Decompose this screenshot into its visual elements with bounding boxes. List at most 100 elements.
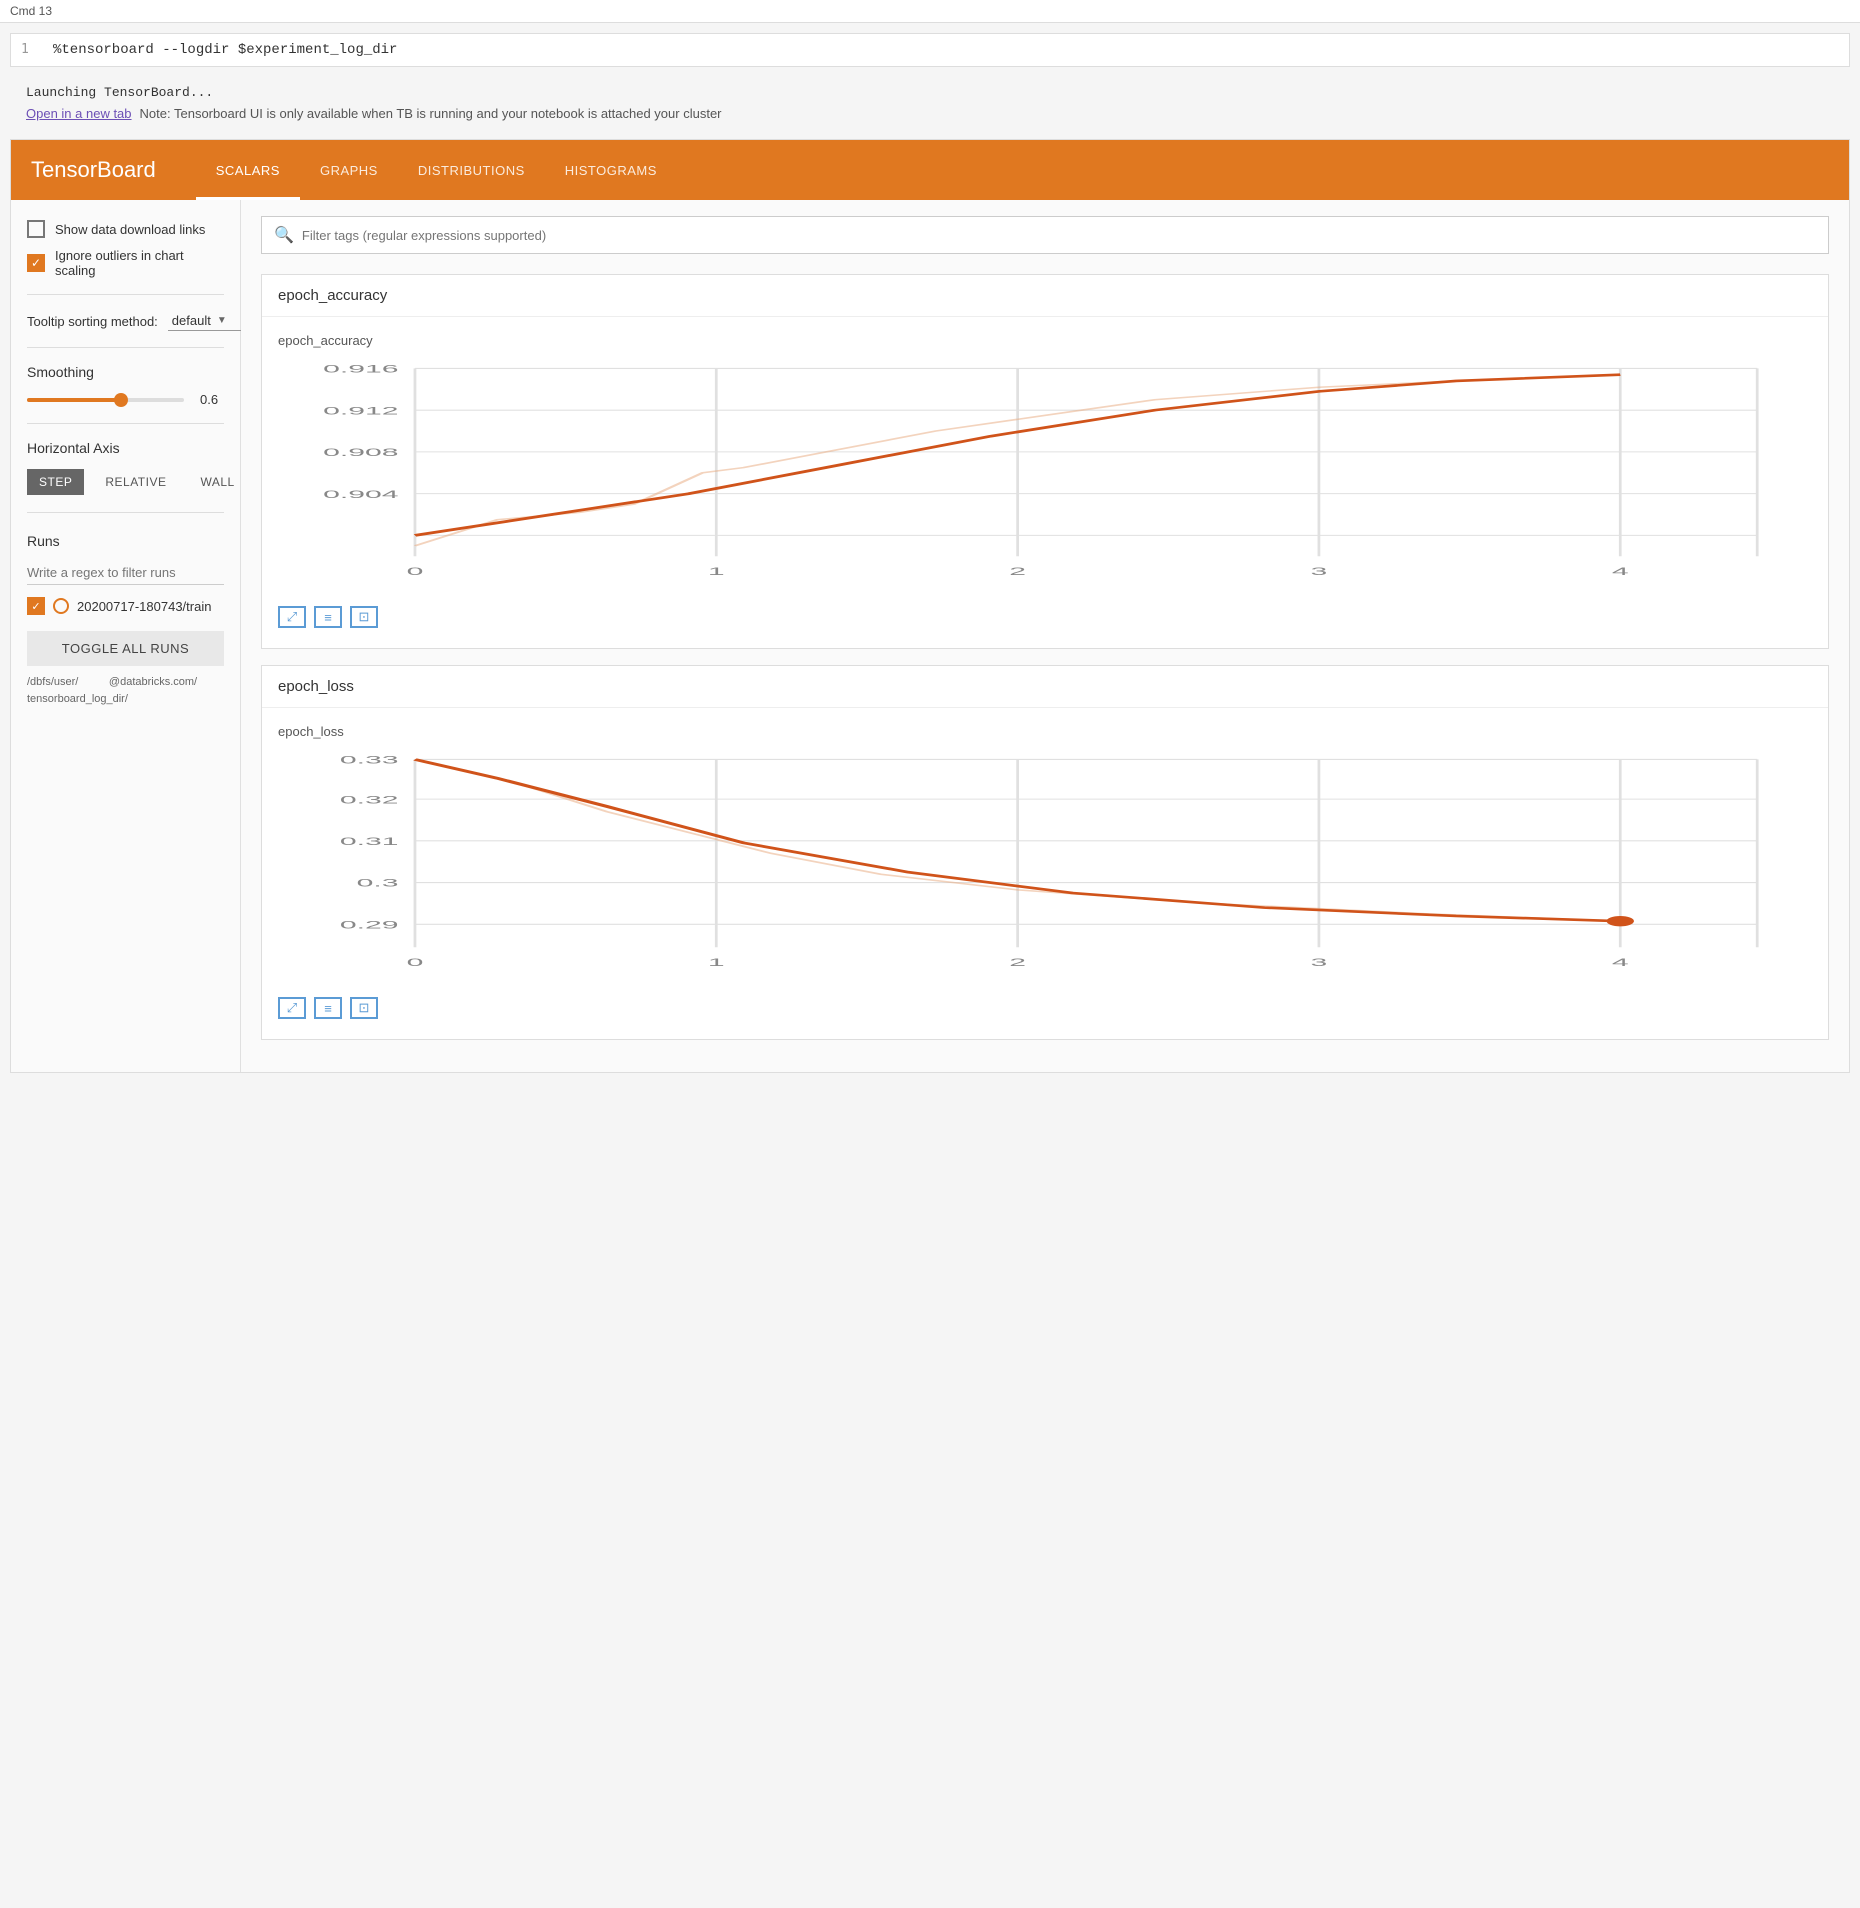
cell-number: 1 xyxy=(21,42,41,57)
tb-main: 🔍 epoch_accuracy epoch_accuracy xyxy=(241,200,1849,1072)
svg-text:0: 0 xyxy=(407,955,424,968)
check-icon: ✓ xyxy=(31,257,41,269)
data-icon-2: ≡ xyxy=(324,1001,332,1016)
divider-1 xyxy=(27,294,224,295)
dropdown-arrow-icon: ▼ xyxy=(217,315,227,326)
chart-section-loss: epoch_loss epoch_loss xyxy=(261,665,1829,1040)
divider-4 xyxy=(27,512,224,513)
top-bar: Cmd 13 xyxy=(0,0,1860,23)
tb-body: Show data download links ✓ Ignore outlie… xyxy=(11,200,1849,1072)
tooltip-value: default xyxy=(172,313,211,328)
divider-3 xyxy=(27,423,224,424)
search-icon: 🔍 xyxy=(274,225,294,245)
divider-2 xyxy=(27,347,224,348)
ignore-outliers-label: Ignore outliers in chart scaling xyxy=(55,248,224,278)
svg-text:3: 3 xyxy=(1311,955,1328,968)
axis-btn-wall[interactable]: WALL xyxy=(187,468,247,496)
runs-filter-input[interactable] xyxy=(27,561,224,585)
launching-text: Launching TensorBoard... xyxy=(26,85,1834,100)
smoothing-row: 0.6 xyxy=(27,392,224,407)
open-link[interactable]: Open in a new tab xyxy=(26,106,132,121)
axis-section: Horizontal Axis STEP RELATIVE WALL xyxy=(27,440,224,496)
loss-section-title: epoch_loss xyxy=(262,666,1828,708)
tb-nav: SCALARS GRAPHS DISTRIBUTIONS HISTOGRAMS xyxy=(196,140,677,200)
tb-brand: TensorBoard xyxy=(31,157,156,183)
svg-text:0.33: 0.33 xyxy=(340,753,399,766)
show-download-box xyxy=(27,220,45,238)
accuracy-chart-container: 0.916 0.912 0.908 0.904 0 1 2 3 4 xyxy=(278,358,1812,598)
svg-text:0.29: 0.29 xyxy=(340,918,399,931)
data-icon: ≡ xyxy=(324,610,332,625)
loss-chart-inner: epoch_loss xyxy=(262,708,1828,1039)
accuracy-expand-btn[interactable]: ⤢ xyxy=(278,606,306,628)
tab-histograms[interactable]: HISTOGRAMS xyxy=(545,140,677,200)
loss-chart-title: epoch_loss xyxy=(278,724,1812,739)
cell-output: Launching TensorBoard... Open in a new t… xyxy=(0,77,1860,129)
svg-text:2: 2 xyxy=(1009,955,1026,968)
show-download-checkbox[interactable]: Show data download links xyxy=(27,220,224,238)
svg-text:2: 2 xyxy=(1009,564,1026,577)
accuracy-data-btn[interactable]: ≡ xyxy=(314,606,342,628)
svg-text:0.912: 0.912 xyxy=(323,404,398,417)
runs-label: Runs xyxy=(27,533,224,549)
filter-row: 🔍 xyxy=(261,216,1829,254)
tooltip-label: Tooltip sorting method: xyxy=(27,314,158,329)
loss-expand-btn[interactable]: ⤢ xyxy=(278,997,306,1019)
run-item: ✓ 20200717-180743/train xyxy=(27,597,224,615)
loss-chart-container: 0.33 0.32 0.31 0.3 0.29 0 1 2 3 4 xyxy=(278,749,1812,989)
svg-text:0: 0 xyxy=(407,564,424,577)
axis-btn-step[interactable]: STEP xyxy=(27,469,84,495)
axis-buttons: STEP RELATIVE WALL xyxy=(27,468,224,496)
svg-text:0.3: 0.3 xyxy=(357,876,399,889)
run-checkbox[interactable]: ✓ xyxy=(27,597,45,615)
tb-header: TensorBoard SCALARS GRAPHS DISTRIBUTIONS… xyxy=(11,140,1849,200)
accuracy-chart-inner: epoch_accuracy xyxy=(262,317,1828,648)
ignore-outliers-checkbox[interactable]: ✓ Ignore outliers in chart scaling xyxy=(27,248,224,278)
tooltip-row: Tooltip sorting method: default ▼ xyxy=(27,311,224,331)
accuracy-zoom-btn[interactable]: ⊡ xyxy=(350,606,378,628)
svg-text:0.32: 0.32 xyxy=(340,793,399,806)
smoothing-slider[interactable] xyxy=(27,398,184,402)
slider-thumb[interactable] xyxy=(114,393,128,407)
tab-graphs[interactable]: GRAPHS xyxy=(300,140,398,200)
expand-icon: ⤢ xyxy=(287,609,297,625)
loss-data-btn[interactable]: ≡ xyxy=(314,997,342,1019)
accuracy-chart-svg: 0.916 0.912 0.908 0.904 0 1 2 3 4 xyxy=(278,358,1812,598)
runs-section: Runs ✓ 20200717-180743/train TOGGLE ALL … xyxy=(27,533,224,707)
svg-text:4: 4 xyxy=(1612,955,1629,968)
accuracy-chart-title: epoch_accuracy xyxy=(278,333,1812,348)
svg-text:1: 1 xyxy=(708,955,725,968)
cell-code-input[interactable]: %tensorboard --logdir $experiment_log_di… xyxy=(53,42,1839,58)
smoothing-value: 0.6 xyxy=(200,392,224,407)
svg-text:1: 1 xyxy=(708,564,725,577)
accuracy-section-title: epoch_accuracy xyxy=(262,275,1828,317)
svg-text:0.31: 0.31 xyxy=(340,834,399,847)
smoothing-label: Smoothing xyxy=(27,364,224,380)
svg-text:0.904: 0.904 xyxy=(323,487,399,500)
tooltip-select[interactable]: default ▼ xyxy=(168,311,248,331)
tab-distributions[interactable]: DISTRIBUTIONS xyxy=(398,140,545,200)
loss-chart-svg: 0.33 0.32 0.31 0.3 0.29 0 1 2 3 4 xyxy=(278,749,1812,989)
tensorboard-container: TensorBoard SCALARS GRAPHS DISTRIBUTIONS… xyxy=(10,139,1850,1073)
toggle-all-runs-button[interactable]: TOGGLE ALL RUNS xyxy=(27,631,224,666)
note-text: Note: Tensorboard UI is only available w… xyxy=(140,106,722,121)
axis-btn-relative[interactable]: RELATIVE xyxy=(92,468,179,496)
path-text: /dbfs/user/ @databricks.com/tensorboard_… xyxy=(27,674,224,707)
accuracy-chart-tools: ⤢ ≡ ⊡ xyxy=(278,598,1812,632)
expand-icon-2: ⤢ xyxy=(287,1000,297,1016)
notebook-cell: 1 %tensorboard --logdir $experiment_log_… xyxy=(10,33,1850,67)
ignore-outliers-box: ✓ xyxy=(27,254,45,272)
tb-sidebar: Show data download links ✓ Ignore outlie… xyxy=(11,200,241,1072)
zoom-icon: ⊡ xyxy=(359,609,370,625)
slider-fill xyxy=(27,398,121,402)
loss-chart-tools: ⤢ ≡ ⊡ xyxy=(278,989,1812,1023)
run-label: 20200717-180743/train xyxy=(77,599,211,614)
axis-label: Horizontal Axis xyxy=(27,440,224,456)
tab-scalars[interactable]: SCALARS xyxy=(196,140,300,200)
filter-input[interactable] xyxy=(302,228,1816,243)
cmd-label: Cmd 13 xyxy=(10,4,52,18)
zoom-icon-2: ⊡ xyxy=(359,1000,370,1016)
loss-zoom-btn[interactable]: ⊡ xyxy=(350,997,378,1019)
svg-text:0.908: 0.908 xyxy=(323,446,398,459)
chart-section-accuracy: epoch_accuracy epoch_accuracy xyxy=(261,274,1829,649)
